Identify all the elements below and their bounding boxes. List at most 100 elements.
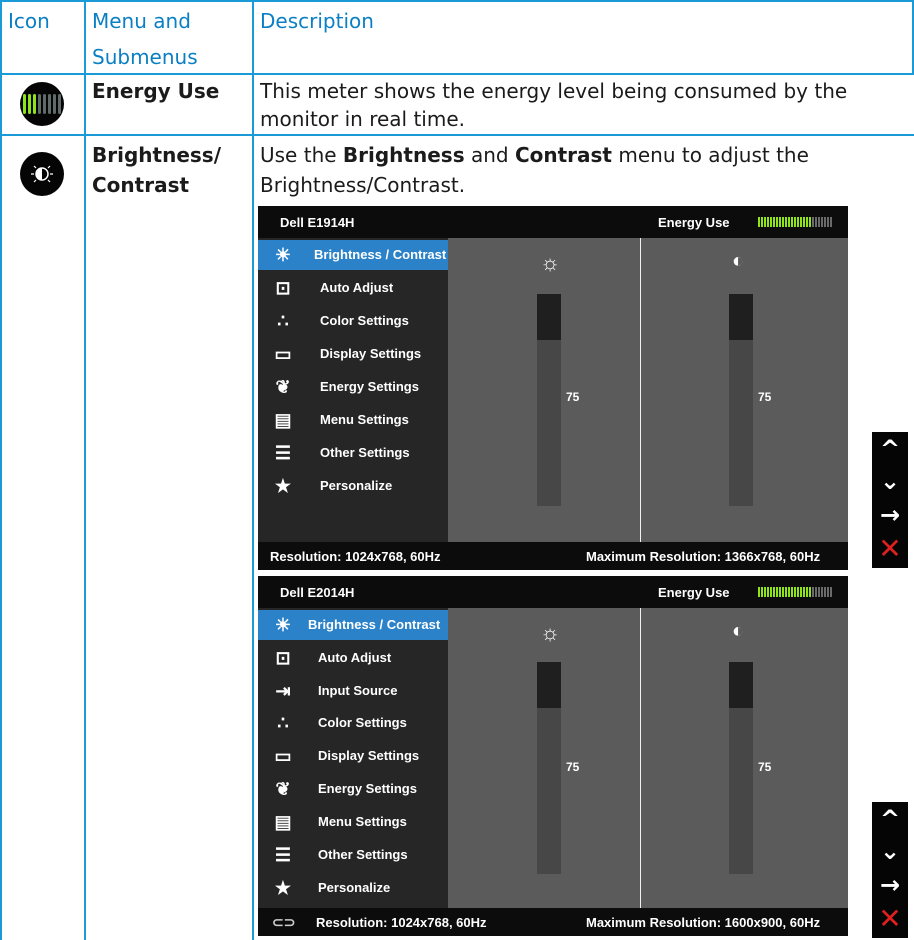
osd-menu-display-settings[interactable]: ▭ Display Settings bbox=[258, 339, 448, 369]
osd-menu-brightness-contrast[interactable]: ☀ Brightness / Contrast bbox=[258, 610, 448, 640]
osd-menu-other-settings[interactable]: ☰ Other Settings bbox=[258, 840, 448, 870]
osd-menu-input-source[interactable]: ⇥ Input Source bbox=[258, 676, 448, 706]
right-arrow-icon[interactable]: → bbox=[872, 500, 908, 530]
osd2-nav-buttons: ^ ⌄ → ✕ bbox=[872, 802, 908, 938]
osd-adjust-area bbox=[448, 608, 848, 908]
osd-max-resolution: Maximum Resolution: 1366x768, 60Hz bbox=[586, 549, 821, 564]
osd-resolution: Resolution: 1024x768, 60Hz bbox=[270, 549, 441, 564]
osd1-nav-buttons: ^ ⌄ → ✕ bbox=[872, 432, 908, 568]
col-divider-2 bbox=[252, 0, 254, 940]
energy-use-desc-line1: This meter shows the energy level being … bbox=[260, 79, 848, 103]
menu-brightness-line1: Brightness/ bbox=[92, 143, 221, 167]
brightness-contrast-icon bbox=[20, 152, 64, 196]
osd-menu-display-settings[interactable]: ▭ Display Settings bbox=[258, 741, 448, 771]
close-x-icon[interactable]: ✕ bbox=[872, 904, 908, 934]
osd-menu-auto-adjust[interactable]: ⊡ Auto Adjust bbox=[258, 273, 448, 303]
osd-title-bar: Dell E2014H Energy Use bbox=[258, 576, 848, 608]
energy-meter-icon bbox=[20, 82, 64, 126]
osd-screenshot-e1914h: Dell E1914H Energy Use ☀ Brightness / Co… bbox=[258, 206, 848, 570]
star-icon: ★ bbox=[274, 476, 292, 496]
menu-brightness-line2: Contrast bbox=[92, 173, 190, 197]
osd-energy-label: Energy Use bbox=[658, 215, 730, 230]
auto-adjust-icon: ⊡ bbox=[275, 648, 291, 668]
menu-energy-use: Energy Use bbox=[92, 79, 220, 103]
osd-adjust-area bbox=[448, 238, 848, 542]
contrast-half-circle-icon: ◐ bbox=[732, 250, 745, 272]
input-source-icon: ⇥ bbox=[275, 681, 291, 701]
up-arrow-icon[interactable]: ^ bbox=[872, 434, 908, 464]
osd-energy-meter bbox=[758, 587, 832, 597]
brightness-desc-line1: Use the Brightness and Contrast menu to … bbox=[260, 143, 809, 167]
header-icon: Icon bbox=[8, 9, 50, 33]
brightness-slider-fill bbox=[537, 294, 561, 340]
contrast-slider-fill bbox=[729, 662, 753, 708]
osd-menu: ☀ Brightness / Contrast ⊡ Auto Adjust ⇥ … bbox=[258, 608, 448, 908]
auto-adjust-icon: ⊡ bbox=[275, 278, 291, 298]
osd-status-bar: Resolution: 1024x768, 60Hz Maximum Resol… bbox=[258, 542, 848, 570]
sun-icon: ☀ bbox=[274, 245, 292, 265]
down-arrow-icon[interactable]: ⌄ bbox=[872, 836, 908, 866]
color-dots-icon: ∴ bbox=[277, 713, 289, 733]
osd-menu-menu-settings[interactable]: ▤ Menu Settings bbox=[258, 807, 448, 837]
table-top-border bbox=[0, 0, 914, 2]
brightness-sun-icon: ☼ bbox=[540, 620, 561, 645]
display-rect-icon: ▭ bbox=[274, 746, 292, 766]
contrast-slider-fill bbox=[729, 294, 753, 340]
brightness-slider[interactable] bbox=[537, 294, 561, 506]
brightness-slider-fill bbox=[537, 662, 561, 708]
osd-menu-personalize[interactable]: ★ Personalize bbox=[258, 873, 448, 903]
osd-menu-brightness-contrast[interactable]: ☀ Brightness / Contrast bbox=[258, 240, 448, 270]
table-left-border bbox=[0, 0, 2, 940]
osd-divider bbox=[640, 608, 641, 908]
osd-menu-other-settings[interactable]: ☰ Other Settings bbox=[258, 438, 448, 468]
close-x-icon[interactable]: ✕ bbox=[872, 534, 908, 564]
contrast-slider[interactable] bbox=[729, 294, 753, 506]
brightness-value: 75 bbox=[566, 390, 580, 404]
osd-menu-menu-settings[interactable]: ▤ Menu Settings bbox=[258, 405, 448, 435]
osd-menu: ☀ Brightness / Contrast ⊡ Auto Adjust ∴ … bbox=[258, 238, 448, 542]
col-divider-1 bbox=[84, 0, 86, 940]
header-bottom-border bbox=[0, 73, 914, 75]
osd-max-resolution: Maximum Resolution: 1600x900, 60Hz bbox=[586, 915, 821, 930]
osd-menu-energy-settings[interactable]: ❦ Energy Settings bbox=[258, 372, 448, 402]
up-arrow-icon[interactable]: ^ bbox=[872, 804, 908, 834]
leaf-icon: ❦ bbox=[275, 779, 291, 799]
sliders-icon: ☰ bbox=[274, 845, 292, 865]
osd-menu-auto-adjust[interactable]: ⊡ Auto Adjust bbox=[258, 643, 448, 673]
contrast-half-circle-icon: ◐ bbox=[732, 620, 745, 642]
down-arrow-icon[interactable]: ⌄ bbox=[872, 466, 908, 496]
osd-divider bbox=[640, 238, 641, 542]
osd-menu-personalize[interactable]: ★ Personalize bbox=[258, 471, 448, 501]
right-arrow-icon[interactable]: → bbox=[872, 870, 908, 900]
brightness-slider[interactable] bbox=[537, 662, 561, 874]
osd-menu-color-settings[interactable]: ∴ Color Settings bbox=[258, 306, 448, 336]
brightness-sun-icon: ☼ bbox=[540, 250, 561, 275]
contrast-value: 75 bbox=[758, 390, 772, 404]
brightness-value: 75 bbox=[566, 760, 580, 774]
osd-energy-meter bbox=[758, 217, 832, 227]
osd-screenshot-e2014h: Dell E2014H Energy Use ☀ Brightness / Co… bbox=[258, 576, 848, 936]
sun-icon: ☀ bbox=[274, 615, 292, 635]
star-icon: ★ bbox=[274, 878, 292, 898]
menu-doc-icon: ▤ bbox=[274, 410, 292, 430]
osd-title-bar: Dell E1914H Energy Use bbox=[258, 206, 848, 238]
energy-use-desc-line2: monitor in real time. bbox=[260, 107, 465, 131]
vga-connector-icon: ⊂⊃ bbox=[272, 914, 296, 930]
header-menu-line1: Menu and bbox=[92, 9, 191, 33]
osd-menu-color-settings[interactable]: ∴ Color Settings bbox=[258, 708, 448, 738]
osd-energy-label: Energy Use bbox=[658, 585, 730, 600]
osd-menu-energy-settings[interactable]: ❦ Energy Settings bbox=[258, 774, 448, 804]
brightness-desc-line2: Brightness/Contrast. bbox=[260, 173, 466, 197]
contrast-value: 75 bbox=[758, 760, 772, 774]
osd-status-bar: ⊂⊃ Resolution: 1024x768, 60Hz Maximum Re… bbox=[258, 908, 848, 936]
header-menu-line2: Submenus bbox=[92, 45, 198, 69]
osd-model: Dell E2014H bbox=[280, 585, 355, 600]
header-description: Description bbox=[260, 9, 374, 33]
osd-model: Dell E1914H bbox=[280, 215, 355, 230]
menu-doc-icon: ▤ bbox=[274, 812, 292, 832]
sliders-icon: ☰ bbox=[274, 443, 292, 463]
color-dots-icon: ∴ bbox=[277, 311, 289, 331]
leaf-icon: ❦ bbox=[275, 377, 291, 397]
osd-resolution: Resolution: 1024x768, 60Hz bbox=[316, 915, 487, 930]
contrast-slider[interactable] bbox=[729, 662, 753, 874]
